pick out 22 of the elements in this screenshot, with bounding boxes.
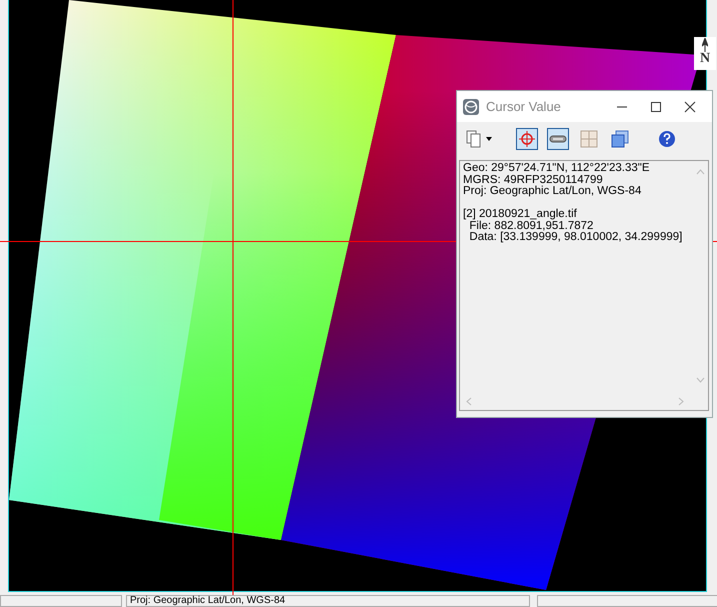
crosshair-button[interactable] — [516, 128, 538, 150]
help-icon — [658, 130, 676, 148]
value-line: Proj: Geographic Lat/Lon, WGS-84 — [463, 186, 642, 198]
help-button[interactable] — [656, 128, 678, 150]
projection-text: Proj: Geographic Lat/Lon, WGS-84 — [130, 595, 286, 606]
link-button[interactable] — [547, 128, 569, 150]
value-line: MGRS: 49RFP3250114799 — [463, 174, 603, 186]
copy-icon — [465, 130, 495, 148]
crosshair-icon — [518, 130, 536, 148]
windows-button[interactable] — [609, 128, 631, 150]
north-label: N — [700, 52, 710, 66]
globe-icon — [462, 98, 480, 116]
windows-icon — [611, 130, 629, 148]
window-title: Cursor Value — [486, 99, 562, 114]
value-line: File: 882.8091,951.7872 — [468, 220, 594, 232]
close-icon[interactable] — [684, 100, 696, 112]
value-line: Geo: 29°57'24.71"N, 112°22'23.33"E — [463, 163, 650, 174]
value-line: [2] 20180921_angle.tif — [463, 209, 577, 220]
north-arrow-icon — [702, 38, 708, 52]
grid-icon — [580, 130, 598, 148]
maximize-icon[interactable] — [650, 100, 662, 112]
value-line: Data: [33.139999, 98.010002, 34.299999] — [468, 232, 682, 244]
